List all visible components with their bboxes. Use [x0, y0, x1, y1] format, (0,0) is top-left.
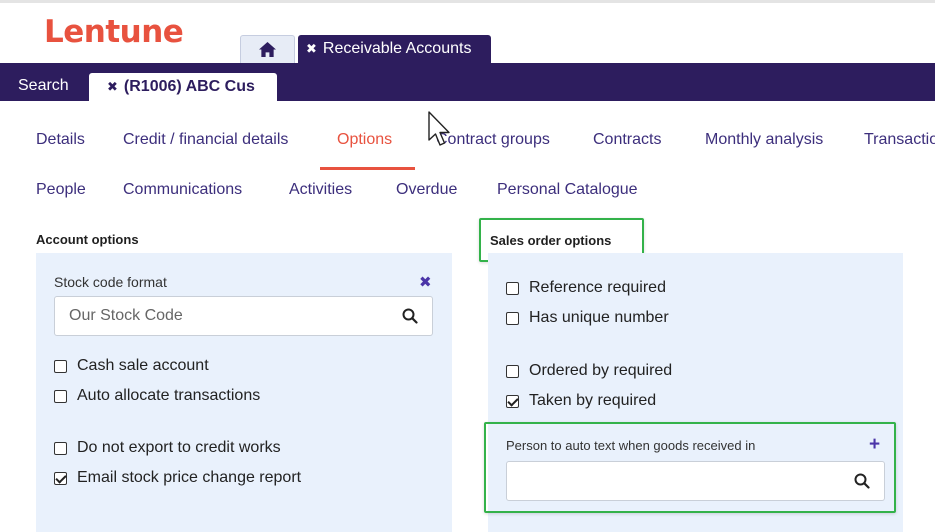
mouse-cursor-icon: [428, 111, 450, 146]
auto-allocate-transactions-option[interactable]: Auto allocate transactions: [54, 387, 260, 405]
checkbox-label: Email stock price change report: [77, 469, 302, 486]
search-icon: [402, 308, 418, 324]
tab-overdue[interactable]: Overdue: [396, 181, 457, 199]
close-icon[interactable]: ✖: [419, 273, 432, 291]
home-tab[interactable]: [240, 35, 295, 63]
auto-allocate-transactions-checkbox[interactable]: [54, 389, 67, 403]
tab-people[interactable]: People: [36, 181, 86, 199]
module-tab-label: Receivable Accounts: [322, 40, 472, 57]
close-icon[interactable]: ✖: [306, 41, 317, 57]
tab-activities[interactable]: Activities: [289, 181, 352, 199]
ordered-by-required-checkbox[interactable]: [506, 364, 519, 378]
account-options-panel: Stock code format ✖ Cash sale account Au…: [36, 253, 452, 532]
reference-required-checkbox[interactable]: [506, 281, 519, 295]
tab-contract-groups[interactable]: Contract groups: [436, 131, 550, 149]
checkbox-label: Taken by required: [529, 392, 657, 409]
stock-code-search-button[interactable]: [387, 296, 433, 336]
person-auto-text-highlight: [484, 422, 896, 513]
tab-personal-catalogue[interactable]: Personal Catalogue: [497, 181, 638, 199]
tab-communications[interactable]: Communications: [123, 181, 242, 199]
ordered-by-required-option[interactable]: Ordered by required: [506, 362, 672, 380]
has-unique-number-checkbox[interactable]: [506, 311, 519, 325]
do-not-export-option[interactable]: Do not export to credit works: [54, 439, 281, 457]
tab-monthly-analysis[interactable]: Monthly analysis: [705, 131, 823, 149]
nav-row-primary: Details Credit / financial details Optio…: [0, 131, 935, 161]
checkbox-label: Ordered by required: [529, 362, 673, 379]
do-not-export-checkbox[interactable]: [54, 441, 67, 455]
cash-sale-account-option[interactable]: Cash sale account: [54, 357, 209, 375]
close-icon[interactable]: ✖: [107, 79, 118, 95]
lentune-logo: Lentune: [44, 14, 184, 50]
has-unique-number-option[interactable]: Has unique number: [506, 309, 669, 327]
taken-by-required-checkbox[interactable]: [506, 394, 519, 408]
checkbox-label: Cash sale account: [77, 357, 209, 374]
tab-credit-financial-details[interactable]: Credit / financial details: [123, 131, 288, 149]
search-link[interactable]: Search: [18, 77, 69, 95]
checkbox-label: Do not export to credit works: [77, 439, 281, 456]
module-tab-receivable-accounts[interactable]: ✖ Receivable Accounts: [298, 35, 491, 63]
sales-order-options-heading: Sales order options: [490, 233, 612, 248]
tab-options[interactable]: Options: [337, 131, 392, 149]
home-icon: [259, 41, 276, 58]
tab-contracts[interactable]: Contracts: [593, 131, 661, 149]
email-stock-price-option[interactable]: Email stock price change report: [54, 469, 301, 487]
active-tab-indicator: [320, 167, 415, 170]
nav-row-secondary: People Communications Activities Overdue…: [0, 181, 935, 211]
account-options-heading: Account options: [36, 232, 139, 247]
checkbox-label: Has unique number: [529, 309, 669, 326]
record-tab[interactable]: ✖ (R1006) ABC Cus: [89, 73, 277, 101]
checkbox-label: Reference required: [529, 279, 666, 296]
taken-by-required-option[interactable]: Taken by required: [506, 392, 656, 410]
tab-details[interactable]: Details: [36, 131, 85, 149]
tab-transactions[interactable]: Transactions: [864, 131, 935, 149]
cash-sale-account-checkbox[interactable]: [54, 359, 67, 373]
reference-required-option[interactable]: Reference required: [506, 279, 666, 297]
record-bar: Search ✖ (R1006) ABC Cus: [0, 63, 935, 101]
record-tab-label: (R1006) ABC Cus: [123, 78, 255, 95]
top-border: [0, 0, 935, 3]
email-stock-price-checkbox[interactable]: [54, 471, 67, 485]
checkbox-label: Auto allocate transactions: [77, 387, 261, 404]
stock-code-format-input[interactable]: [54, 296, 388, 336]
stock-code-format-label: Stock code format: [54, 274, 167, 290]
